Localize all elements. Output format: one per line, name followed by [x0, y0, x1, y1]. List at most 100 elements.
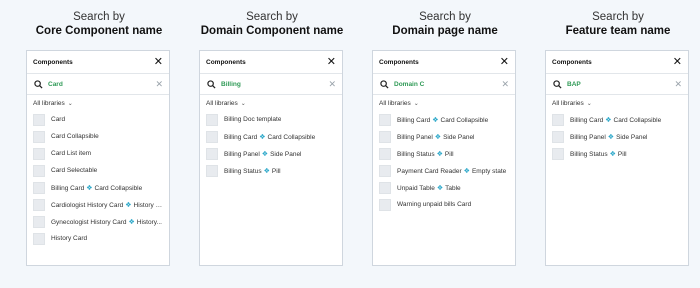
component-thumbnail: [206, 113, 218, 126]
item-label: Billing Status ❖ Pill: [397, 150, 454, 158]
clear-icon[interactable]: ✕: [155, 79, 163, 90]
list-item[interactable]: Unpaid Table ❖ Table: [379, 179, 509, 196]
search-value: Domain C: [394, 80, 425, 88]
search-value: Billing: [221, 80, 241, 88]
close-icon[interactable]: ✕: [500, 57, 509, 68]
column-heading: Search by Domain Component name: [199, 10, 345, 52]
list-item[interactable]: Billing Card ❖ Card Collapsible: [379, 111, 509, 128]
search-input[interactable]: BAP ✕: [546, 74, 688, 95]
component-name: Warning unpaid bills Card: [397, 201, 472, 208]
search-column-3: Search by Domain page name Components ✕ …: [372, 0, 518, 266]
component-name: Billing Status: [397, 150, 435, 158]
list-item[interactable]: Card List item: [33, 145, 163, 162]
heading-line1: Search by: [73, 11, 125, 23]
close-icon[interactable]: ✕: [327, 57, 336, 68]
component-name: Billing Card: [570, 116, 604, 124]
item-label: Card Selectable: [51, 167, 97, 174]
panel-header: Components ✕: [200, 51, 342, 74]
related-component-name: Card Collapsible: [267, 133, 316, 141]
related-component-name: Card Collapsible: [440, 116, 489, 124]
component-name: History Card: [51, 235, 88, 242]
library-filter-dropdown[interactable]: All libraries ⌄: [200, 95, 342, 111]
component-thumbnail: [379, 164, 391, 177]
list-item[interactable]: Card Selectable: [33, 162, 163, 179]
list-item[interactable]: Billing Status ❖ Pill: [379, 145, 509, 162]
panel-header: Components ✕: [546, 51, 688, 74]
item-label: Billing Status ❖ Pill: [224, 167, 281, 175]
component-name: Billing Card: [397, 116, 431, 124]
column-heading: Search by Feature team name: [545, 10, 691, 52]
close-icon[interactable]: ✕: [154, 57, 163, 68]
clear-icon[interactable]: ✕: [674, 79, 682, 90]
link-icon: ❖: [261, 150, 269, 158]
related-component-name: Side Panel: [443, 133, 475, 141]
filter-label: All libraries: [552, 99, 584, 107]
components-panel: Components ✕ Billing ✕ All libraries ⌄ B…: [199, 50, 343, 266]
related-component-name: Side Panel: [616, 133, 648, 141]
list-item[interactable]: Billing Card ❖ Card Collapsible: [33, 179, 163, 196]
panel-header: Components ✕: [373, 51, 515, 74]
list-item[interactable]: Billing Status ❖ Pill: [206, 162, 336, 179]
components-panel: Components ✕ Card ✕ All libraries ⌄ Card…: [26, 50, 170, 266]
list-item[interactable]: Billing Card ❖ Card Collapsible: [206, 128, 336, 145]
component-name: Billing Panel: [224, 150, 260, 158]
link-icon: ❖: [86, 184, 93, 192]
heading-line2: Feature team name: [565, 25, 671, 37]
component-thumbnail: [552, 147, 564, 160]
item-label: Payment Card Reader ❖ Empty state: [397, 167, 506, 175]
component-name: Billing Card: [224, 133, 258, 141]
component-thumbnail: [33, 147, 45, 160]
library-filter-dropdown[interactable]: All libraries ⌄: [546, 95, 688, 111]
link-icon: ❖: [436, 184, 444, 192]
item-label: Billing Card ❖ Card Collapsible: [397, 116, 488, 124]
search-input[interactable]: Billing ✕: [200, 74, 342, 95]
column-heading: Search by Core Component name: [26, 10, 172, 52]
filter-label: All libraries: [379, 99, 411, 107]
related-component-name: History...: [136, 218, 162, 226]
component-thumbnail: [33, 232, 45, 245]
link-icon: ❖: [125, 201, 132, 209]
heading-line1: Search by: [246, 11, 298, 23]
close-icon[interactable]: ✕: [673, 57, 682, 68]
chevron-down-icon: ⌄: [240, 100, 246, 107]
list-item[interactable]: Gynecologist History Card ❖ History...: [33, 213, 163, 230]
clear-icon[interactable]: ✕: [328, 79, 336, 90]
library-filter-dropdown[interactable]: All libraries ⌄: [27, 95, 169, 111]
list-item[interactable]: Billing Panel ❖ Side Panel: [379, 128, 509, 145]
search-column-2: Search by Domain Component name Componen…: [199, 0, 345, 266]
list-item[interactable]: Billing Panel ❖ Side Panel: [206, 145, 336, 162]
chevron-down-icon: ⌄: [586, 100, 592, 107]
clear-icon[interactable]: ✕: [501, 79, 509, 90]
component-name: Billing Card: [51, 184, 85, 192]
related-component-name: Pill: [271, 167, 281, 175]
panel-title: Components: [379, 58, 419, 66]
component-name: Card Selectable: [51, 167, 98, 174]
list-item[interactable]: Card Collapsible: [33, 128, 163, 145]
link-icon: ❖: [434, 133, 442, 141]
component-name: Billing Status: [224, 167, 262, 175]
panel-title: Components: [206, 58, 246, 66]
list-item[interactable]: Billing Card ❖ Card Collapsible: [552, 111, 682, 128]
list-item[interactable]: Billing Panel ❖ Side Panel: [552, 128, 682, 145]
component-thumbnail: [379, 130, 391, 143]
list-item[interactable]: Cardiologist History Card ❖ History c...: [33, 196, 163, 213]
component-thumbnail: [33, 181, 45, 194]
search-input[interactable]: Card ✕: [27, 74, 169, 95]
column-heading: Search by Domain page name: [372, 10, 518, 52]
list-item[interactable]: Payment Card Reader ❖ Empty state: [379, 162, 509, 179]
component-name: Billing Panel: [570, 133, 606, 141]
item-label: Billing Card ❖ Card Collapsible: [224, 133, 315, 141]
list-item[interactable]: Billing Doc template: [206, 111, 336, 128]
components-panel: Components ✕ Domain C ✕ All libraries ⌄ …: [372, 50, 516, 266]
search-input[interactable]: Domain C ✕: [373, 74, 515, 95]
panel-title: Components: [33, 58, 73, 66]
list-item[interactable]: Warning unpaid bills Card: [379, 196, 509, 213]
list-item[interactable]: Card: [33, 111, 163, 128]
library-filter-dropdown[interactable]: All libraries ⌄: [373, 95, 515, 111]
related-component-name: History c...: [133, 201, 163, 209]
component-list: Billing Card ❖ Card Collapsible Billing Pan…: [373, 111, 515, 213]
list-item[interactable]: History Card: [33, 230, 163, 247]
components-panel: Components ✕ BAP ✕ All libraries ⌄ Billi…: [545, 50, 689, 266]
component-thumbnail: [206, 130, 218, 143]
list-item[interactable]: Billing Status ❖ Pill: [552, 145, 682, 162]
